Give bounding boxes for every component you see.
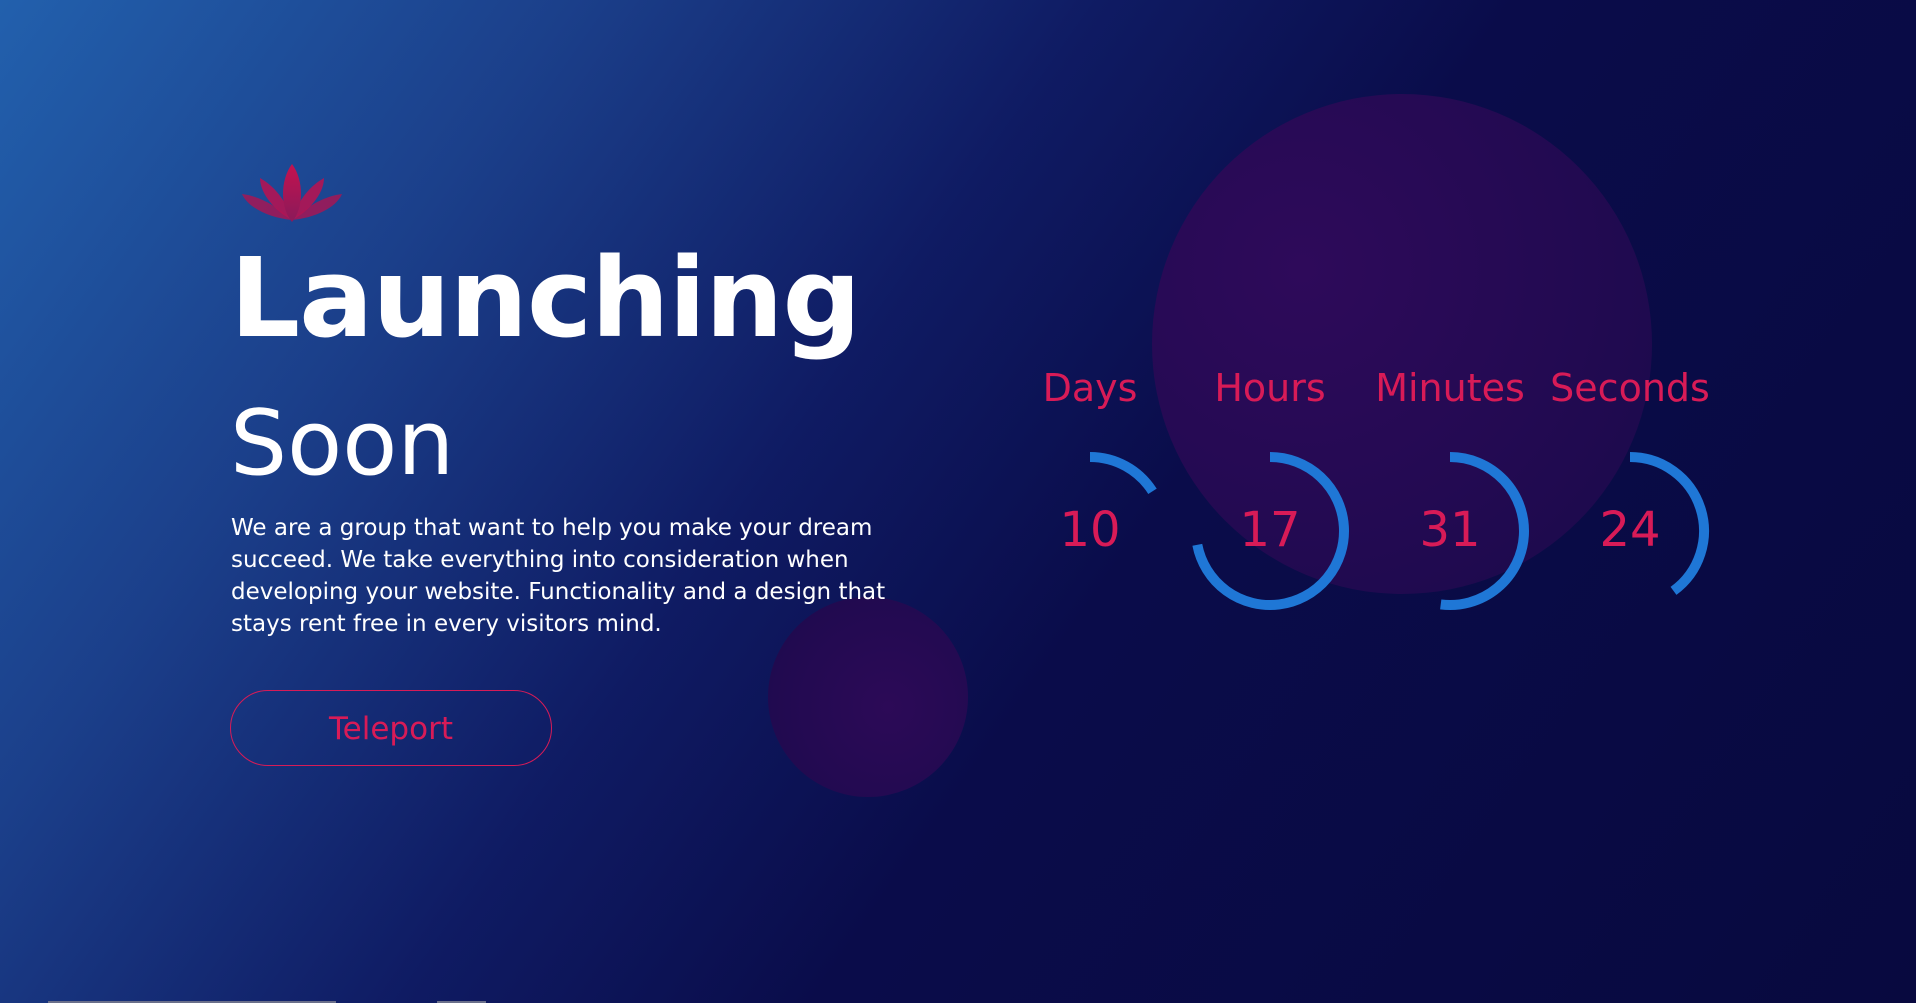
page-subtitle: Soon	[230, 391, 455, 496]
countdown-value-seconds: 24	[1599, 502, 1661, 558]
teleport-button[interactable]: Teleport	[230, 690, 552, 766]
hero-description: We are a group that want to help you mak…	[231, 515, 886, 637]
countdown-label-hours: Hours	[1214, 366, 1326, 410]
countdown-progress-arc	[1089, 452, 1157, 495]
countdown-label-seconds: Seconds	[1550, 366, 1710, 410]
countdown-label-minutes: Minutes	[1375, 366, 1525, 410]
page-title: Launching	[230, 234, 861, 362]
countdown-timer: Days Hours Minutes Seconds 10 17 31 24	[1000, 360, 1710, 620]
countdown-label-days: Days	[1042, 366, 1138, 410]
lotus-icon	[242, 164, 342, 222]
countdown-value-minutes: 31	[1419, 502, 1481, 558]
countdown-value-hours: 17	[1239, 502, 1301, 558]
countdown-value-days: 10	[1059, 502, 1121, 558]
